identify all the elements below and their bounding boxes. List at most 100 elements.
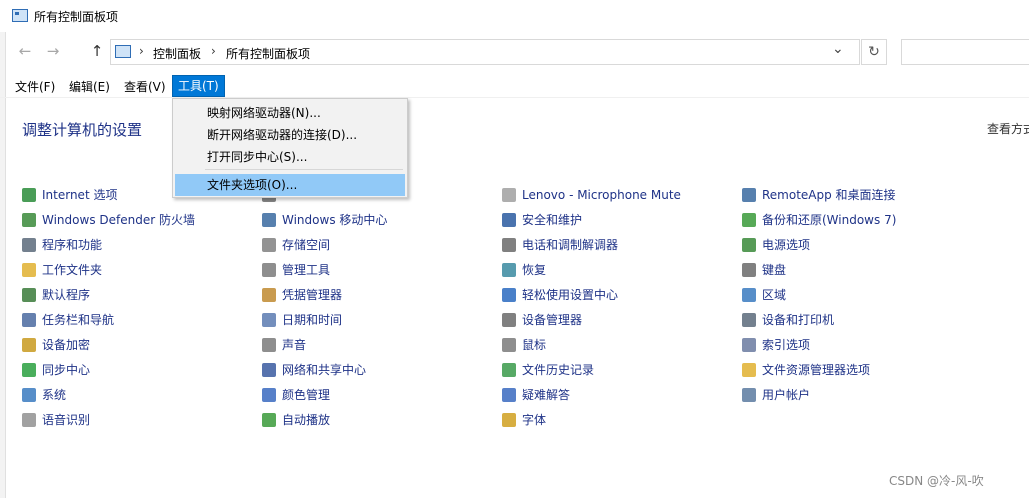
control-panel-item-label: 电话和调制解调器 — [522, 238, 619, 252]
control-panel-item-label: 电源选项 — [762, 238, 811, 252]
control-panel-item[interactable]: 同步中心 — [22, 360, 90, 380]
control-panel-item-label: 日期和时间 — [282, 313, 343, 327]
control-panel-item[interactable]: 任务栏和导航 — [22, 310, 114, 330]
control-panel-item[interactable]: 字体 — [502, 410, 546, 430]
indexing-icon — [742, 338, 756, 352]
control-panel-item[interactable]: 文件历史记录 — [502, 360, 594, 380]
control-panel-item-label: 颜色管理 — [282, 388, 331, 402]
backup-icon — [742, 213, 756, 227]
taskbar-icon — [22, 313, 36, 327]
control-panel-item[interactable]: RemoteApp 和桌面连接 — [742, 185, 896, 205]
recovery-icon — [502, 263, 516, 277]
control-panel-item[interactable]: 系统 — [22, 385, 66, 405]
document-icon — [502, 188, 516, 202]
tools-dropdown-menu: 映射网络驱动器(N)... 断开网络驱动器的连接(D)... 打开同步中心(S)… — [172, 98, 408, 198]
control-panel-icon — [115, 45, 131, 58]
address-bar[interactable]: › 控制面板 › 所有控制面板项 ⌄ — [110, 39, 860, 65]
menu-view[interactable]: 查看(V) — [119, 77, 171, 97]
control-panel-item[interactable]: 存储空间 — [262, 235, 330, 255]
menu-item-open-sync-center[interactable]: 打开同步中心(S)... — [175, 146, 405, 168]
control-panel-item[interactable]: 疑难解答 — [502, 385, 570, 405]
control-panel-item[interactable]: 鼠标 — [502, 335, 546, 355]
control-panel-item-label: 索引选项 — [762, 338, 811, 352]
control-panel-item[interactable]: 轻松使用设置中心 — [502, 285, 618, 305]
file-history-icon — [502, 363, 516, 377]
control-panel-item[interactable]: 区域 — [742, 285, 786, 305]
control-panel-item-label: 系统 — [42, 388, 67, 402]
mouse-icon — [502, 338, 516, 352]
control-panel-item[interactable]: 设备和打印机 — [742, 310, 834, 330]
control-panel-item-label: 备份和还原(Windows 7) — [762, 213, 897, 227]
control-panel-item[interactable]: 恢复 — [502, 260, 546, 280]
credentials-icon — [262, 288, 276, 302]
keyboard-icon — [742, 263, 756, 277]
control-panel-item[interactable]: 索引选项 — [742, 335, 810, 355]
sync-icon — [22, 363, 36, 377]
control-panel-item[interactable]: Windows Defender 防火墙 — [22, 210, 195, 230]
control-panel-item[interactable]: 日期和时间 — [262, 310, 342, 330]
firewall-icon — [22, 213, 36, 227]
breadcrumb-control-panel[interactable]: 控制面板 — [153, 45, 201, 62]
control-panel-item[interactable]: 安全和维护 — [502, 210, 582, 230]
title-bar: 所有控制面板项 — [0, 0, 1029, 32]
control-panel-item[interactable]: Lenovo - Microphone Mute — [502, 185, 681, 205]
forward-button[interactable]: → — [44, 42, 62, 60]
color-management-icon — [262, 388, 276, 402]
control-panel-item[interactable]: 凭据管理器 — [262, 285, 342, 305]
control-panel-item[interactable]: 工作文件夹 — [22, 260, 102, 280]
control-panel-item[interactable]: 电源选项 — [742, 235, 810, 255]
search-input[interactable] — [901, 39, 1029, 65]
storage-icon — [262, 238, 276, 252]
control-panel-item[interactable]: 颜色管理 — [262, 385, 330, 405]
control-panel-item-label: 轻松使用设置中心 — [522, 288, 619, 302]
control-panel-item[interactable]: Windows 移动中心 — [262, 210, 387, 230]
control-panel-item[interactable]: 网络和共享中心 — [262, 360, 366, 380]
control-panel-item[interactable]: 设备加密 — [22, 335, 90, 355]
back-button[interactable]: ← — [16, 42, 34, 60]
control-panel-item[interactable]: 自动播放 — [262, 410, 330, 430]
watermark: CSDN @冷-风-吹 — [889, 474, 984, 488]
menu-file[interactable]: 文件(F) — [10, 77, 60, 97]
font-icon — [502, 413, 516, 427]
view-by-label: 查看方式 — [987, 122, 1029, 136]
control-panel-item[interactable]: 键盘 — [742, 260, 786, 280]
control-panel-item-label: 设备管理器 — [522, 313, 583, 327]
programs-icon — [22, 238, 36, 252]
menu-edit[interactable]: 编辑(E) — [64, 77, 115, 97]
control-panel-item[interactable]: 默认程序 — [22, 285, 90, 305]
control-panel-item[interactable]: Internet 选项 — [22, 185, 117, 205]
control-panel-item-label: 区域 — [762, 288, 787, 302]
breadcrumb-all-items[interactable]: 所有控制面板项 — [226, 45, 310, 62]
control-panel-item[interactable]: 用户帐户 — [742, 385, 810, 405]
control-panel-item[interactable]: 声音 — [262, 335, 306, 355]
control-panel-item-label: 工作文件夹 — [42, 263, 103, 277]
menu-item-disconnect-network-drive[interactable]: 断开网络驱动器的连接(D)... — [175, 124, 405, 146]
control-panel-item-label: 设备加密 — [42, 338, 91, 352]
ease-of-access-icon — [502, 288, 516, 302]
menu-item-folder-options[interactable]: 文件夹选项(O)... — [175, 174, 405, 196]
address-dropdown-icon[interactable]: ⌄ — [832, 41, 844, 57]
control-panel-item[interactable]: 备份和还原(Windows 7) — [742, 210, 896, 230]
menu-item-map-network-drive[interactable]: 映射网络驱动器(N)... — [175, 102, 405, 124]
system-icon — [22, 388, 36, 402]
control-panel-item-label: 疑难解答 — [522, 388, 571, 402]
control-panel-item-label: 声音 — [282, 338, 307, 352]
control-panel-item-label: 管理工具 — [282, 263, 331, 277]
chevron-right-icon[interactable]: › — [211, 44, 216, 58]
explorer-options-icon — [742, 363, 756, 377]
up-button[interactable]: ↑ — [88, 42, 106, 60]
control-panel-item-label: 同步中心 — [42, 363, 91, 377]
control-panel-item[interactable]: 电话和调制解调器 — [502, 235, 618, 255]
chevron-right-icon[interactable]: › — [139, 44, 144, 58]
page-title: 调整计算机的设置 — [22, 121, 143, 139]
control-panel-item[interactable]: 管理工具 — [262, 260, 330, 280]
globe-icon — [22, 188, 36, 202]
control-panel-item[interactable]: 程序和功能 — [22, 235, 102, 255]
refresh-button[interactable]: ↻ — [861, 39, 887, 65]
menu-tools[interactable]: 工具(T) — [172, 75, 225, 97]
control-panel-item[interactable]: 文件资源管理器选项 — [742, 360, 870, 380]
control-panel-item-label: 语音识别 — [42, 413, 91, 427]
control-panel-item-label: 默认程序 — [42, 288, 91, 302]
control-panel-item[interactable]: 设备管理器 — [502, 310, 582, 330]
control-panel-item[interactable]: 语音识别 — [22, 410, 90, 430]
